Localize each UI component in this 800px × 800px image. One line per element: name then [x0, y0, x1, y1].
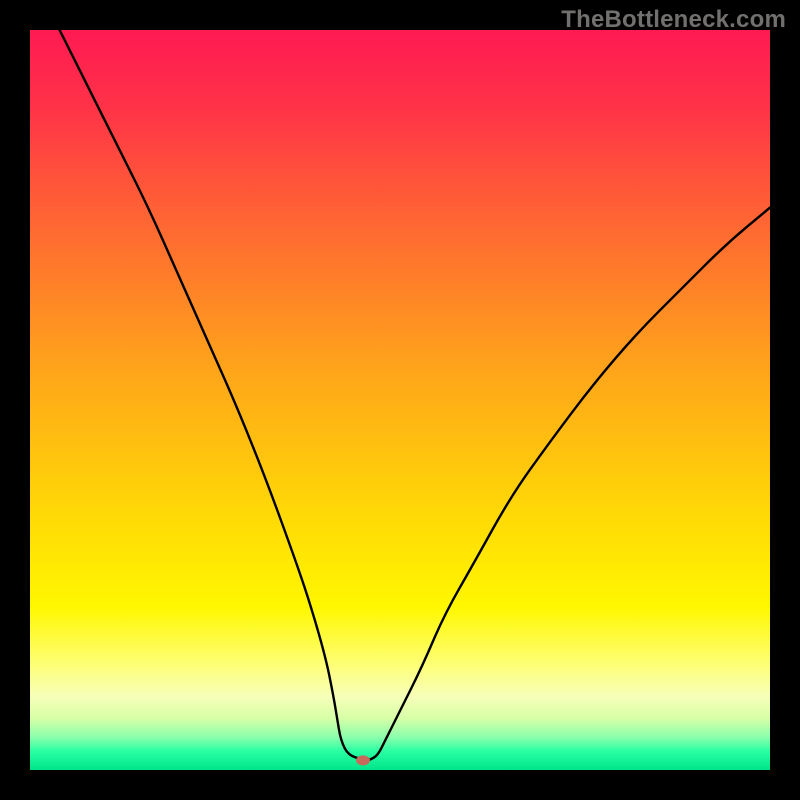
gradient-background: [30, 30, 770, 770]
chart-frame: TheBottleneck.com: [0, 0, 800, 800]
bottleneck-marker: [356, 755, 370, 765]
bottleneck-chart: [30, 30, 770, 770]
watermark-label: TheBottleneck.com: [561, 6, 786, 34]
